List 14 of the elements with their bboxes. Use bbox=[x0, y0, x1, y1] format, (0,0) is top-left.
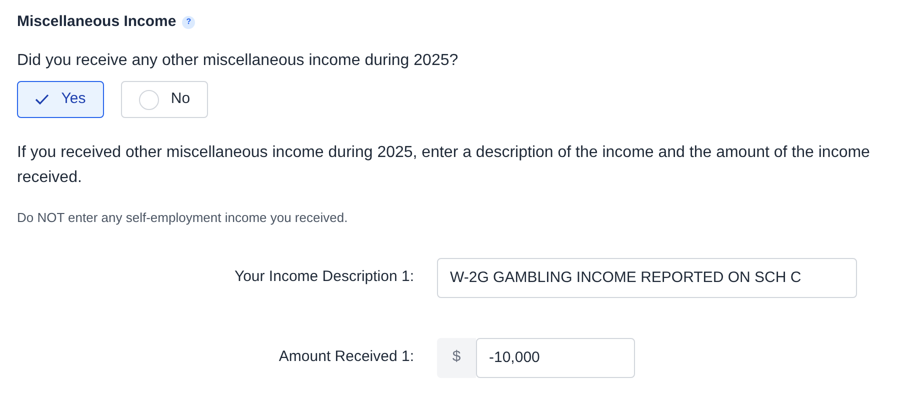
question-text: Did you receive any other miscellaneous income during 2025? bbox=[17, 51, 460, 71]
field-label: Amount Received 1: bbox=[278, 347, 415, 368]
note-text: Do NOT enter any self-employment income you received. bbox=[17, 209, 349, 227]
option-button[interactable]: Yes bbox=[17, 81, 104, 118]
description-field[interactable]: W-2G GAMBLING INCOME REPORTED ON SCH C bbox=[437, 258, 857, 298]
instructions-text: If you received other miscellaneous income during 2025, enter a description of the income and the amount of the income received. bbox=[17, 143, 871, 188]
section-heading: Miscellaneous Income bbox=[17, 12, 176, 32]
option-button[interactable]: No bbox=[121, 81, 208, 118]
help-icon[interactable]: ? bbox=[182, 16, 196, 28]
radio-icon bbox=[138, 90, 159, 110]
currency-prefix: $ bbox=[437, 338, 476, 378]
check-icon bbox=[35, 94, 50, 105]
amount-field[interactable]: -10,000 bbox=[476, 338, 635, 378]
field-label: Your Income Description 1: bbox=[233, 267, 415, 288]
